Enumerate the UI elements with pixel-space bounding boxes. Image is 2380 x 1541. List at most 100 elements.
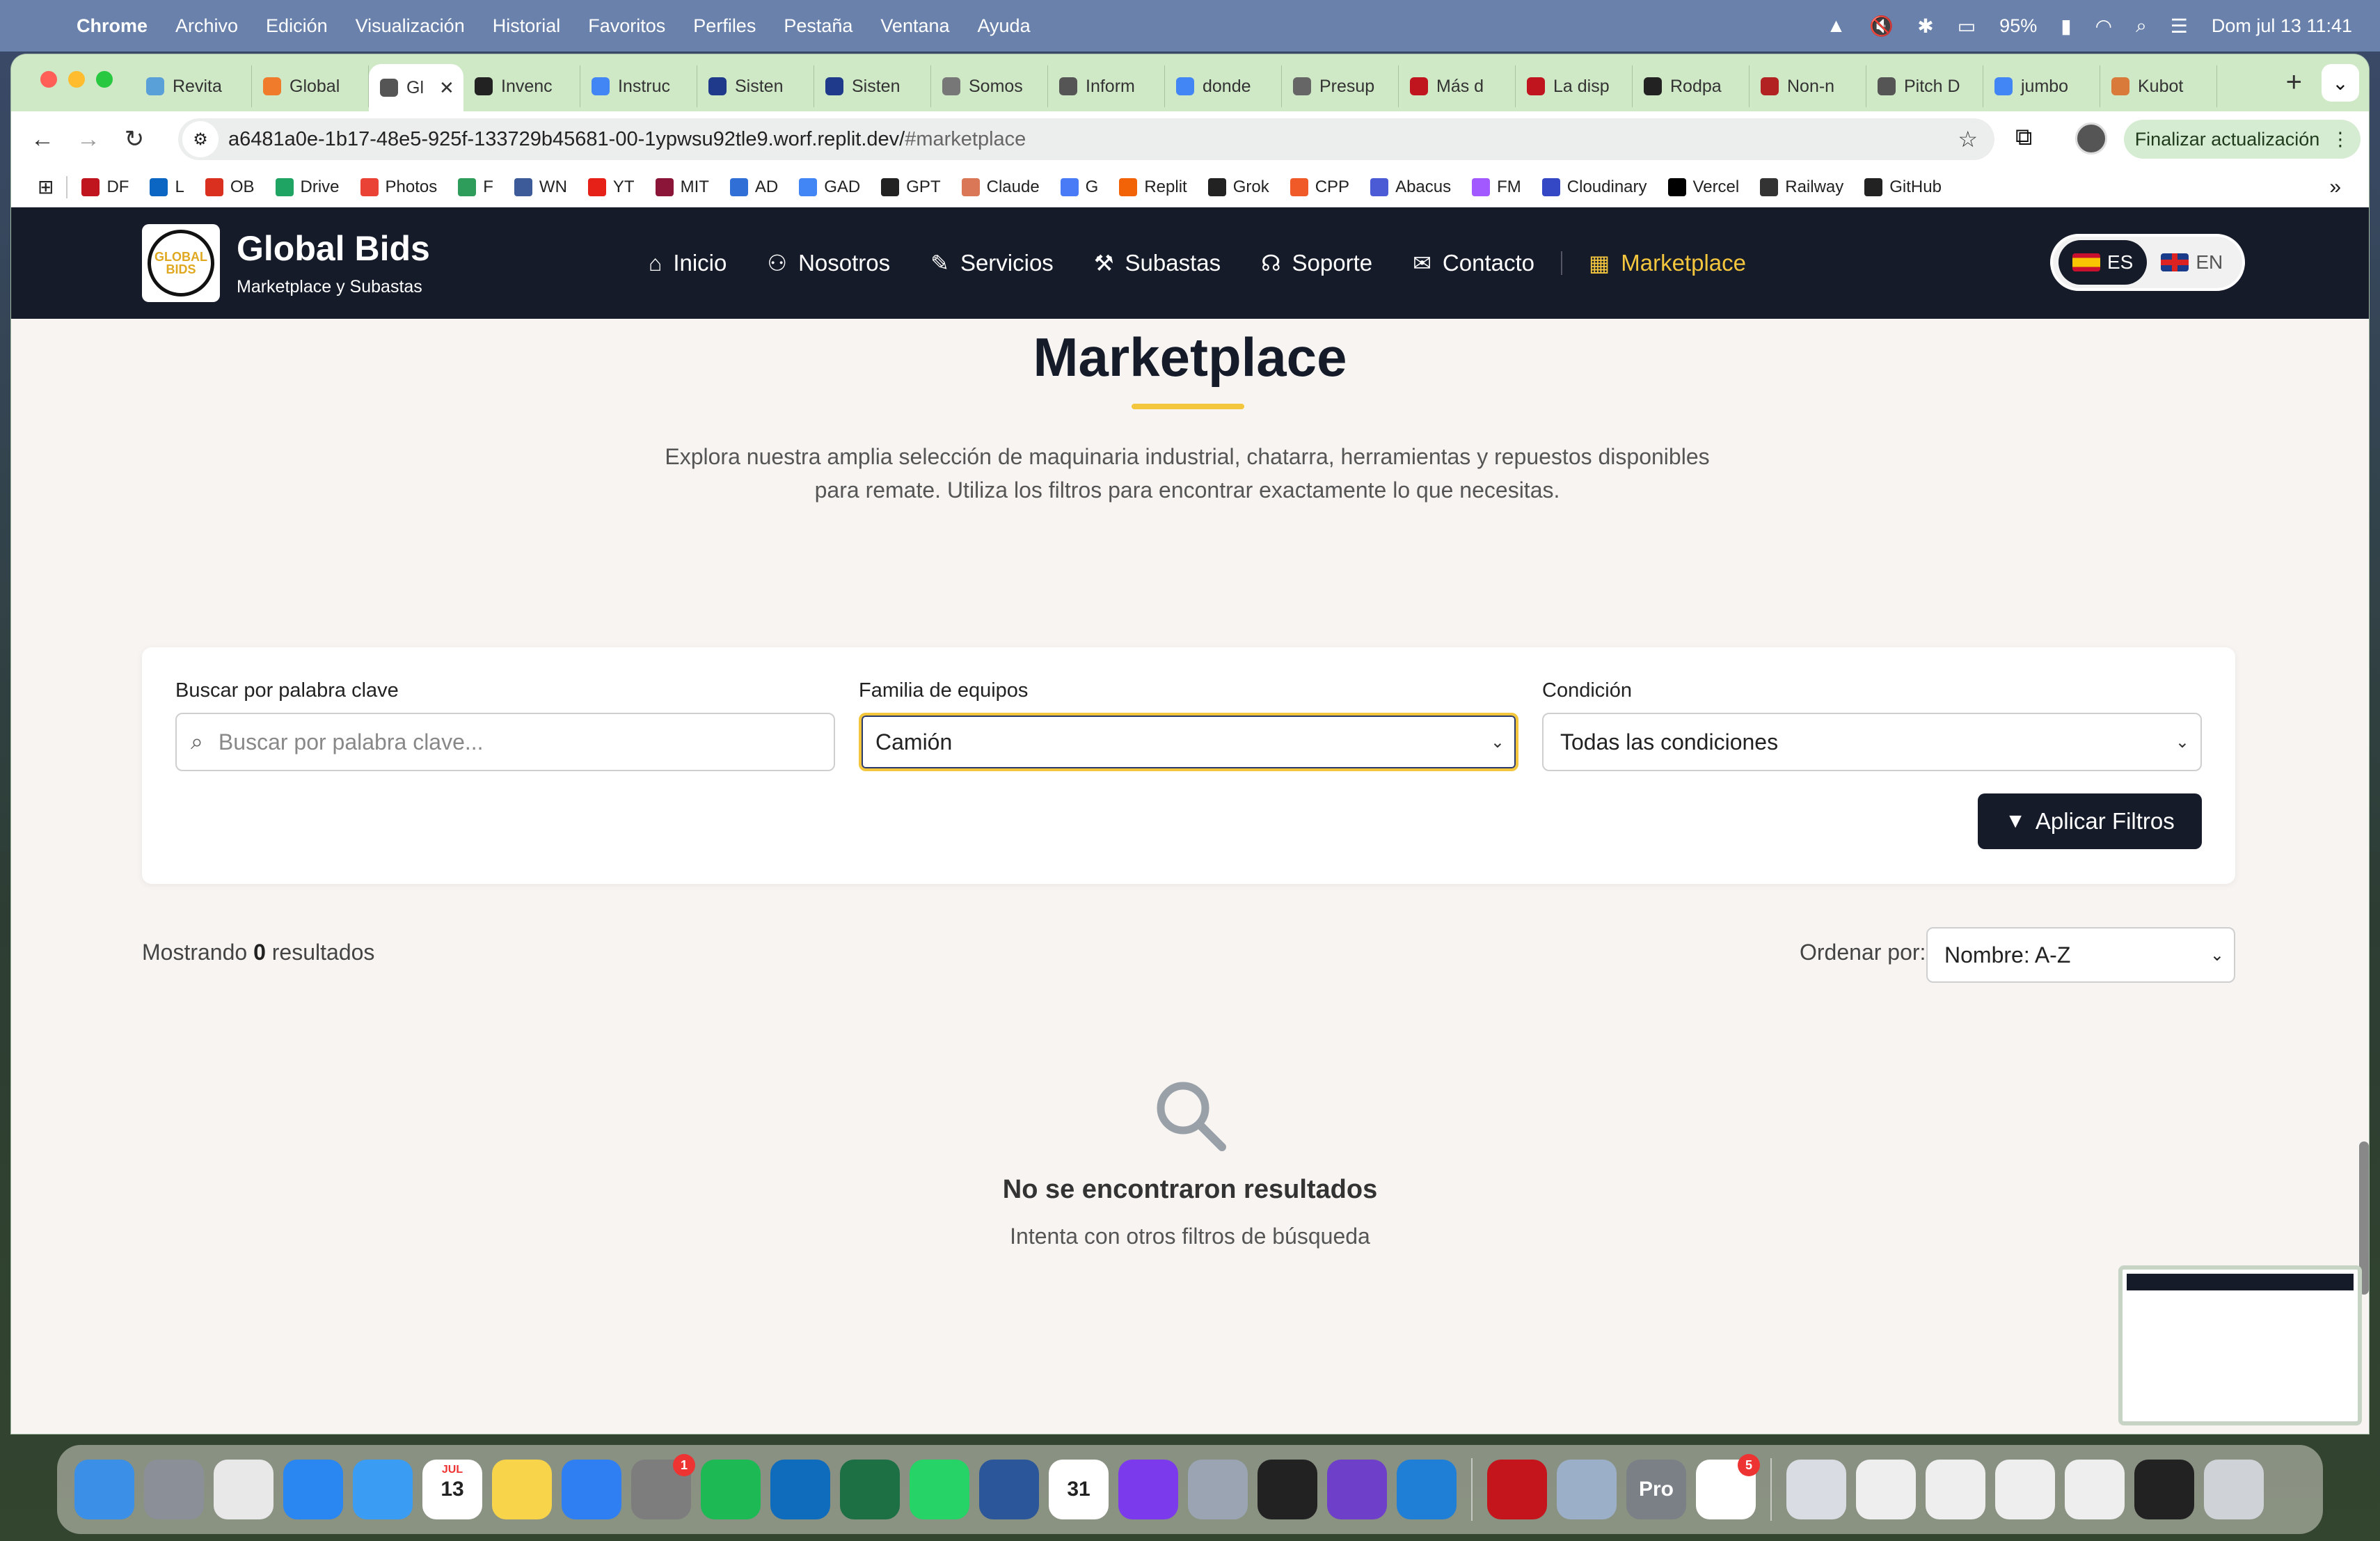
vscode-icon[interactable] [1397, 1460, 1457, 1519]
browser-tab[interactable]: Inform [1048, 65, 1165, 107]
excel-icon[interactable] [840, 1460, 900, 1519]
nav-link-nosotros[interactable]: ⚇ Nosotros [767, 250, 890, 276]
bookmark-item[interactable]: CPP [1290, 177, 1349, 197]
iphone-mirroring-icon[interactable] [1188, 1460, 1248, 1519]
lang-es-button[interactable]: ES [2058, 240, 2148, 285]
extensions-puzzle-icon[interactable]: ⧉ [2015, 124, 2032, 151]
launchpad-icon[interactable] [144, 1460, 204, 1519]
bookmark-item[interactable]: Railway [1760, 177, 1843, 197]
menubar-datetime[interactable]: Dom jul 13 11:41 [2212, 15, 2352, 37]
new-tab-button[interactable]: + [2286, 67, 2302, 98]
browser-tab[interactable]: Somos [931, 65, 1048, 107]
menu-item-pestana[interactable]: Pestaña [784, 15, 852, 37]
bookmark-item[interactable]: GitHub [1864, 177, 1942, 197]
spotify-icon[interactable] [701, 1460, 761, 1519]
mail-icon[interactable] [353, 1460, 413, 1519]
bookmark-item[interactable]: F [458, 177, 493, 197]
close-tab-icon[interactable]: ✕ [439, 77, 454, 99]
bookmark-star-icon[interactable]: ☆ [1958, 126, 1978, 152]
mute-icon[interactable]: 🔇 [1869, 15, 1894, 38]
bookmark-item[interactable]: Claude [961, 177, 1040, 197]
bookmark-item[interactable]: AD [729, 177, 778, 197]
bookmark-item[interactable]: MIT [655, 177, 709, 197]
wifi-icon[interactable]: ◠ [2095, 15, 2112, 38]
finish-update-button[interactable]: Finalizar actualización ⋮ [2124, 120, 2361, 159]
word-icon[interactable] [979, 1460, 1039, 1519]
calendar-icon[interactable]: 13 JUL [422, 1460, 482, 1519]
github-desktop-icon[interactable] [1327, 1460, 1387, 1519]
browser-tab[interactable]: jumbo [1983, 65, 2100, 107]
bookmark-item[interactable]: WN [514, 177, 567, 197]
browser-tab[interactable]: Más d [1399, 65, 1516, 107]
display-icon[interactable]: ▭ [1958, 15, 1976, 38]
finder-icon[interactable] [74, 1460, 134, 1519]
bookmark-item[interactable]: G [1060, 177, 1098, 197]
doc-pdf-icon[interactable] [1856, 1460, 1916, 1519]
keynote-icon[interactable] [562, 1460, 621, 1519]
bookmark-item[interactable]: Grok [1207, 177, 1269, 197]
menu-item-favoritos[interactable]: Favoritos [588, 15, 665, 37]
menu-app-name[interactable]: Chrome [77, 15, 148, 37]
browser-tab[interactable]: Revita [135, 65, 252, 107]
menu-item-historial[interactable]: Historial [493, 15, 561, 37]
bookmark-item[interactable]: Replit [1119, 177, 1187, 197]
menu-item-edicion[interactable]: Edición [266, 15, 328, 37]
trash-icon[interactable] [2204, 1460, 2264, 1519]
site-info-icon[interactable]: ⚙ [182, 121, 219, 157]
condition-select[interactable]: Todas las condiciones ⌄ [1542, 713, 2202, 771]
sort-select[interactable]: Nombre: A-Z ⌄ [1926, 927, 2235, 983]
apply-filters-button[interactable]: ▼ Aplicar Filtros [1978, 793, 2202, 849]
bookmark-item[interactable]: YT [587, 177, 635, 197]
brand-block[interactable]: Global Bids Marketplace y Subastas [237, 228, 430, 297]
control-center-icon[interactable]: ☰ [2171, 15, 2188, 38]
bookmark-item[interactable]: GPT [881, 177, 941, 197]
family-select[interactable]: Camión ⌄ [859, 713, 1518, 771]
nav-link-contacto[interactable]: ✉ Contacto [1413, 250, 1534, 276]
menu-item-archivo[interactable]: Archivo [175, 15, 238, 37]
doc-screenshot-icon[interactable] [1995, 1460, 2055, 1519]
browser-tab[interactable]: Presup [1282, 65, 1399, 107]
browser-tab[interactable]: Invenc [463, 65, 580, 107]
chrome-icon[interactable] [214, 1460, 273, 1519]
address-bar[interactable]: ⚙ a6481a0e-1b17-48e5-925f-133729b45681-0… [178, 118, 1994, 160]
outlook-icon[interactable] [770, 1460, 830, 1519]
nav-link-subastas[interactable]: ⚒ Subastas [1094, 250, 1221, 276]
browser-tab[interactable]: Kubot [2100, 65, 2217, 107]
bookmark-item[interactable]: Drive [275, 177, 340, 197]
safari-icon[interactable] [283, 1460, 343, 1519]
bookmark-item[interactable]: OB [205, 177, 255, 197]
bookmark-item[interactable]: FM [1472, 177, 1521, 197]
bluetooth-icon[interactable]: ✱ [1917, 15, 1933, 38]
bookmark-item[interactable]: DF [81, 177, 129, 197]
nav-link-inicio[interactable]: ⌂ Inicio [649, 250, 727, 276]
menu-item-visualizacion[interactable]: Visualización [356, 15, 465, 37]
pro-app-icon[interactable]: Pro [1626, 1460, 1686, 1519]
forward-arrow-icon[interactable]: → [71, 126, 106, 153]
terminal-icon[interactable] [2134, 1460, 2194, 1519]
app-store-icon[interactable]: 5 [1696, 1454, 1760, 1519]
browser-tab[interactable]: donde [1165, 65, 1282, 107]
bookmark-item[interactable]: Abacus [1370, 177, 1451, 197]
screenshot-thumbnail-preview[interactable] [2118, 1265, 2362, 1425]
spotlight-search-icon[interactable]: ⌕ [2136, 15, 2147, 38]
browser-tab[interactable]: Rodpa [1633, 65, 1750, 107]
site-logo[interactable]: GLOBAL BIDS [142, 224, 220, 302]
tab-search-icon[interactable]: ⌄ [2322, 64, 2359, 102]
browser-tab[interactable]: Gl ✕ [369, 64, 463, 111]
drive-status-icon[interactable]: ▲ [1827, 15, 1846, 37]
bookmark-item[interactable]: Vercel [1667, 177, 1739, 197]
doc-sheet-icon[interactable] [1926, 1460, 1985, 1519]
nav-link-servicios[interactable]: ✎ Servicios [930, 250, 1054, 276]
kebab-menu-icon[interactable]: ⋮ [2331, 129, 2349, 150]
doc-sheet-2-icon[interactable] [2065, 1460, 2125, 1519]
minimize-window-button[interactable] [68, 71, 85, 88]
nav-link-marketplace[interactable]: ▦ Marketplace [1589, 250, 1746, 276]
menu-item-ventana[interactable]: Ventana [880, 15, 949, 37]
apps-grid-icon[interactable]: ⊞ [38, 175, 54, 198]
browser-tab[interactable]: Sisten [814, 65, 931, 107]
folder-docs-icon[interactable] [1786, 1460, 1846, 1519]
keyword-search-input[interactable]: ⌕ Buscar por palabra clave... [175, 713, 835, 771]
browser-tab[interactable]: Instruc [580, 65, 697, 107]
back-arrow-icon[interactable]: ← [25, 126, 60, 153]
preview-icon[interactable] [1557, 1460, 1617, 1519]
